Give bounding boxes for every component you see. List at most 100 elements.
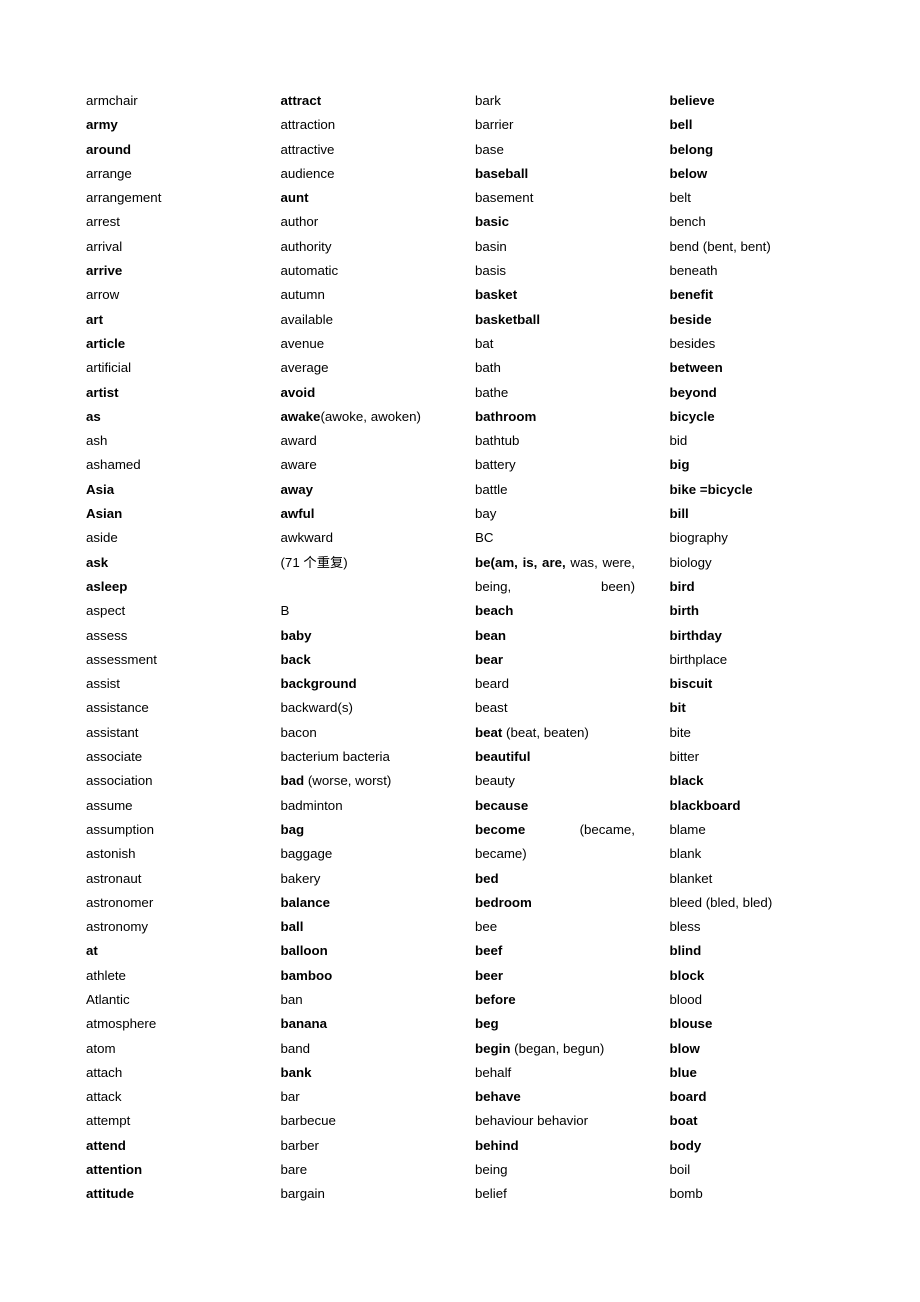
vocabulary-entry: bath [475,360,501,376]
vocabulary-entry: astronomy [86,919,149,935]
vocabulary-entry: between [669,360,723,376]
vocabulary-entry: B [280,603,290,619]
vocabulary-entry: bacterium bacteria [280,749,390,765]
vocabulary-entry: band [280,1040,311,1056]
vocabulary-entry: aside [86,530,118,546]
vocabulary-entry: basis [475,263,507,279]
vocabulary-entry: because [475,797,529,813]
vocabulary-entry: baby [280,627,312,643]
vocabulary-entry: bedroom [475,894,532,910]
vocabulary-entry: ban [280,991,303,1007]
vocabulary-entry: assume [86,797,133,813]
vocabulary-entry: basic [475,214,510,230]
vocabulary-headword: begin [475,1040,511,1056]
vocabulary-entry: biscuit [669,676,713,692]
vocabulary-entry: avenue [280,335,325,351]
vocabulary-entry: bike =bicycle [669,481,753,497]
vocabulary-entry: assess [86,627,128,643]
vocabulary-entry: bathroom [475,408,537,424]
vocabulary-entry: believe [669,93,715,108]
vocabulary-entry: biography [669,530,728,546]
vocabulary-entry: baggage [280,846,333,862]
vocabulary-entry: average [280,360,329,376]
vocabulary-entry: body [669,1137,702,1153]
vocabulary-entry: bear [475,651,504,667]
vocabulary-entry: barbecue [280,1113,336,1129]
vocabulary-entry: artificial [86,360,132,376]
vocabulary-entry: attitude [86,1186,135,1202]
vocabulary-entry: bathtub [475,433,520,449]
vocabulary-entry: besides [669,335,716,351]
vocabulary-entry: astronomer [86,894,154,910]
vocabulary-columns-container: armchair army around arrange arrangement arre… [86,89,864,1207]
vocabulary-entry: associate [86,749,143,765]
vocabulary-entry: bitter [669,749,700,765]
vocabulary-entry: bee [475,919,498,935]
vocabulary-entry: audience [280,165,335,181]
vocabulary-inflections: (worse, worst) [304,773,392,789]
vocabulary-entry: athlete [86,967,126,983]
vocabulary-entry: bell [669,117,693,133]
vocabulary-inflections: (awoke, awoken) [320,408,421,424]
vocabulary-entry: bless [669,919,701,935]
vocabulary-entry: blind [669,943,702,959]
vocabulary-entry: assumption [86,821,154,837]
vocabulary-headword: beat [475,724,503,740]
vocabulary-entry: at [86,943,98,959]
vocabulary-entry: beside [669,311,712,327]
vocabulary-entry: bit [669,700,686,716]
vocabulary-inflections: (beat, beaten) [502,724,589,740]
vocabulary-entry: beast [475,700,508,716]
vocabulary-entry: bid [669,433,688,449]
vocabulary-entry: around [86,141,132,157]
vocabulary-entry: basket [475,287,518,303]
vocabulary-entry: arrival [86,238,123,254]
vocabulary-entry: asleep [86,578,128,594]
vocabulary-entry: article [86,335,126,351]
duplicate-count-note: (71 个重复) [280,554,348,570]
vocabulary-entry: bleed (bled, bled) [669,894,773,910]
vocabulary-entry: background [280,676,357,692]
vocabulary-entry: bark [475,93,501,108]
vocabulary-entry: as [86,408,101,424]
vocabulary-entry: bathe [475,384,509,400]
vocabulary-entry: awkward [280,530,333,546]
vocabulary-entry: armchair [86,93,138,108]
vocabulary-entry: bamboo [280,967,333,983]
vocabulary-entry: bicycle [669,408,715,424]
vocabulary-entry: arrow [86,287,120,303]
vocabulary-headword: become [475,821,526,837]
vocabulary-entry: behalf [475,1064,512,1080]
vocabulary-entry: board [669,1089,707,1105]
vocabulary-entry: authority [280,238,332,254]
vocabulary-entry: below [669,165,708,181]
vocabulary-entry: bite [669,724,691,740]
vocabulary-entry: begin (began, begun) [475,1037,635,1061]
vocabulary-entry: birthday [669,627,722,643]
vocabulary-entry: art [86,311,103,327]
vocabulary-entry: birthplace [669,651,728,667]
vocabulary-entry: beauty [475,773,515,789]
vocabulary-entry: being [475,1162,508,1178]
vocabulary-entry: basement [475,190,534,206]
vocabulary-entry: author [280,214,319,230]
vocabulary-entry: attention [86,1162,143,1178]
vocabulary-entry: army [86,117,118,133]
vocabulary-entry: aware [280,457,317,473]
vocabulary-entry: bank [280,1064,312,1080]
vocabulary-entry: away [280,481,314,497]
vocabulary-entry: bean [475,627,507,643]
vocabulary-entry: backward(s) [280,700,353,716]
vocabulary-headword: be(am, is, are, [475,554,566,570]
vocabulary-entry: assistant [86,724,139,740]
vocabulary-entry: boil [669,1162,691,1178]
vocabulary-entry: basin [475,238,507,254]
vocabulary-entry: ask [86,554,109,570]
vocabulary-entry: blow [669,1040,700,1056]
vocabulary-entry: belt [669,190,691,206]
vocabulary-entry: astonish [86,846,136,862]
vocabulary-headword: awake [280,408,321,424]
vocabulary-entry: become (became, became) [475,818,635,867]
vocabulary-entry: battery [475,457,516,473]
vocabulary-entry: bare [280,1162,308,1178]
